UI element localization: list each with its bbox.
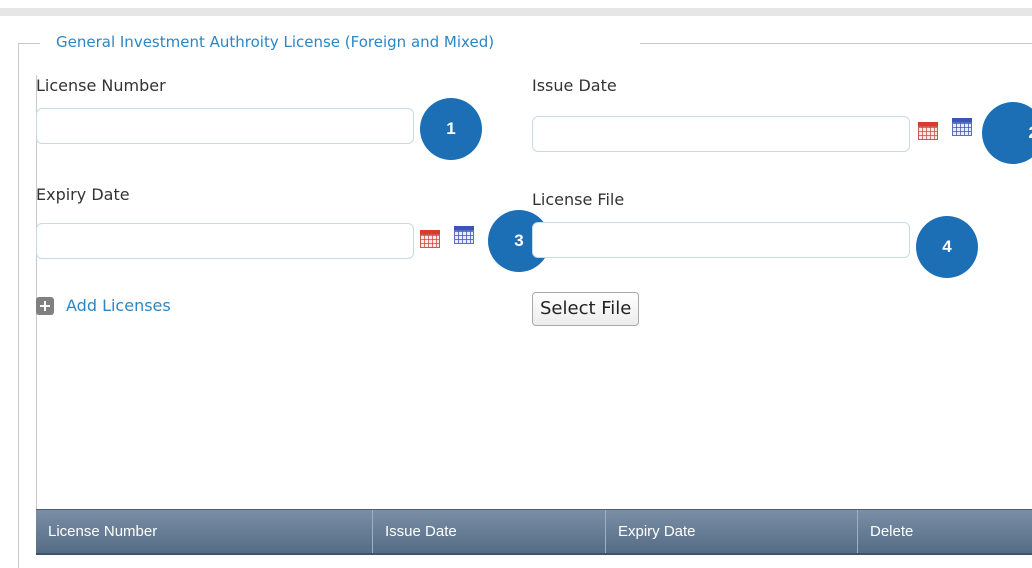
licenses-table-header: License Number Issue Date Expiry Date De…: [36, 509, 1032, 555]
license-file-input[interactable]: [532, 222, 910, 258]
select-file-button[interactable]: Select File: [532, 292, 640, 326]
license-number-input[interactable]: [36, 108, 414, 144]
gregorian-calendar-icon[interactable]: [918, 122, 938, 140]
license-number-label: License Number: [36, 76, 166, 95]
plus-icon: [36, 296, 54, 315]
top-divider-bar: [0, 8, 1032, 16]
issue-date-input[interactable]: [532, 116, 910, 152]
step-badge-4: 4: [916, 216, 978, 278]
license-file-label: License File: [532, 190, 625, 209]
hijri-calendar-icon[interactable]: [454, 226, 474, 244]
add-licenses-button[interactable]: Add Licenses: [36, 296, 171, 315]
step-badge-2: 2: [982, 102, 1032, 164]
expiry-date-label: Expiry Date: [36, 185, 130, 204]
step-badge-1: 1: [420, 98, 482, 160]
gregorian-calendar-icon[interactable]: [420, 230, 440, 248]
column-header-expiry-date[interactable]: Expiry Date: [606, 510, 858, 553]
column-header-issue-date[interactable]: Issue Date: [373, 510, 606, 553]
section-legend: General Investment Authroity License (Fo…: [54, 33, 497, 51]
issue-date-label: Issue Date: [532, 76, 617, 95]
column-header-delete[interactable]: Delete: [858, 510, 1032, 553]
add-licenses-label: Add Licenses: [66, 296, 171, 315]
expiry-date-input[interactable]: [36, 223, 414, 259]
hijri-calendar-icon[interactable]: [952, 118, 972, 136]
column-header-license-number[interactable]: License Number: [36, 510, 373, 553]
